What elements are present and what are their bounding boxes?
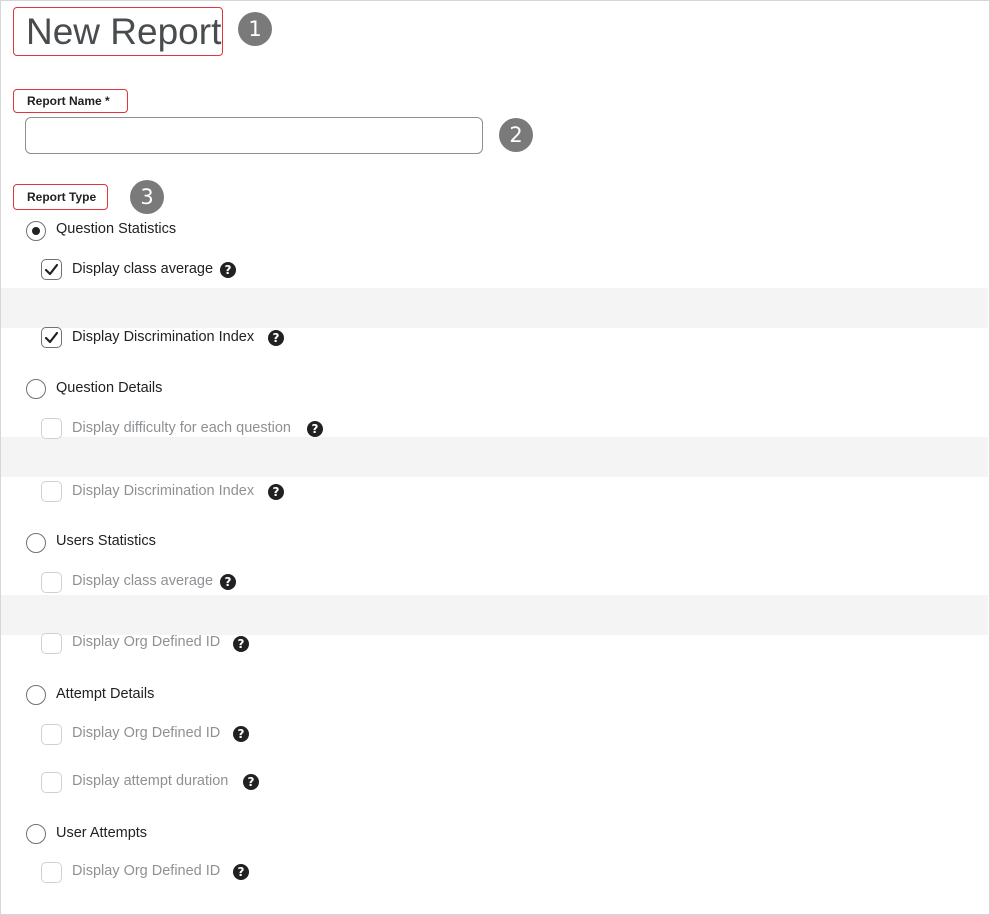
checkbox-qs-discrimination-index[interactable]: [41, 327, 62, 348]
checkbox-ua-org-defined-id[interactable]: [41, 862, 62, 883]
radio-question-statistics[interactable]: [26, 221, 46, 241]
content-break: [1, 437, 988, 477]
content-break: [1, 288, 988, 328]
checkbox-label-qs-class-average: Display class average: [72, 261, 214, 277]
page-title: New Report: [26, 11, 222, 52]
help-icon[interactable]: ?: [220, 262, 236, 278]
checkbox-label-qd-discrimination-index: Display Discrimination Index: [72, 483, 255, 499]
report-name-input[interactable]: [25, 117, 483, 154]
checkbox-label-ua-org-defined-id: Display Org Defined ID: [72, 863, 221, 879]
radio-label-users-statistics: Users Statistics: [56, 533, 156, 549]
callout-badge-3: 3: [130, 180, 164, 214]
checkbox-label-ad-attempt-duration: Display attempt duration: [72, 773, 229, 789]
content-break: [1, 595, 988, 635]
help-icon[interactable]: ?: [243, 774, 259, 790]
checkbox-qd-discrimination-index[interactable]: [41, 481, 62, 502]
callout-badge-2: 2: [499, 118, 533, 152]
report-type-label: Report Type: [27, 190, 97, 204]
checkbox-ad-attempt-duration[interactable]: [41, 772, 62, 793]
help-icon[interactable]: ?: [233, 726, 249, 742]
help-icon[interactable]: ?: [307, 421, 323, 437]
checkbox-qs-class-average[interactable]: [41, 259, 62, 280]
help-icon[interactable]: ?: [268, 330, 284, 346]
checkbox-label-qs-discrimination-index: Display Discrimination Index: [72, 329, 255, 345]
checkmark-icon: [44, 263, 59, 276]
checkbox-label-ad-org-defined-id: Display Org Defined ID: [72, 725, 221, 741]
radio-label-question-statistics: Question Statistics: [56, 221, 177, 237]
callout-badge-1: 1: [238, 12, 272, 46]
help-icon[interactable]: ?: [220, 574, 236, 590]
radio-label-question-details: Question Details: [56, 380, 163, 396]
checkbox-label-qd-difficulty: Display difficulty for each question: [72, 420, 291, 436]
radio-selected-dot: [32, 227, 40, 235]
checkbox-ad-org-defined-id[interactable]: [41, 724, 62, 745]
radio-attempt-details[interactable]: [26, 685, 46, 705]
help-icon[interactable]: ?: [268, 484, 284, 500]
checkbox-us-class-average[interactable]: [41, 572, 62, 593]
radio-label-user-attempts: User Attempts: [56, 825, 148, 841]
help-icon[interactable]: ?: [233, 636, 249, 652]
checkmark-icon: [44, 331, 59, 344]
help-icon[interactable]: ?: [233, 864, 249, 880]
checkbox-us-org-defined-id[interactable]: [41, 633, 62, 654]
radio-user-attempts[interactable]: [26, 824, 46, 844]
checkbox-label-us-org-defined-id: Display Org Defined ID: [72, 634, 221, 650]
radio-question-details[interactable]: [26, 379, 46, 399]
checkbox-qd-difficulty[interactable]: [41, 418, 62, 439]
checkbox-label-us-class-average: Display class average: [72, 573, 214, 589]
radio-users-statistics[interactable]: [26, 533, 46, 553]
radio-label-attempt-details: Attempt Details: [56, 686, 155, 702]
report-name-label: Report Name *: [27, 94, 110, 108]
